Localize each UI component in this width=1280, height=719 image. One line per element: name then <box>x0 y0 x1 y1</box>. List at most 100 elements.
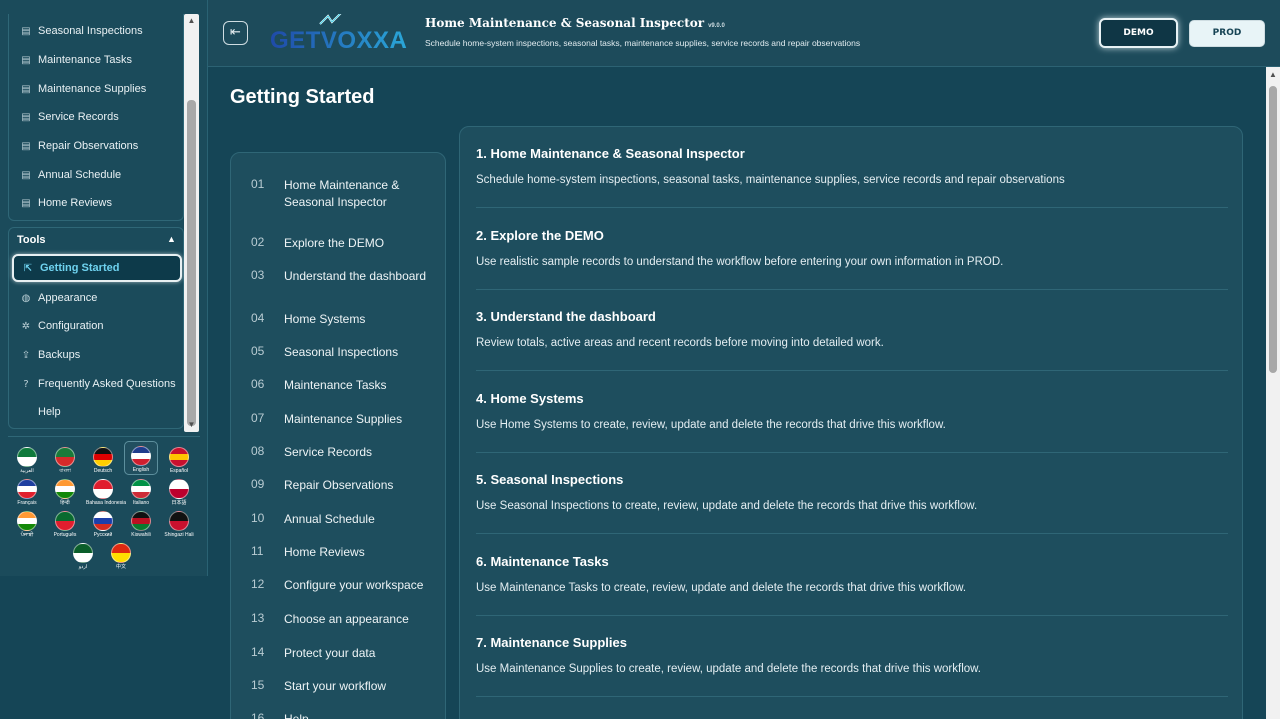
language-label: English <box>132 467 150 473</box>
sidebar-item-annual-schedule[interactable]: ▤ Annual Schedule <box>19 164 121 186</box>
toc-item-label: Explore the DEMO <box>284 236 385 250</box>
flag-icon <box>93 447 113 467</box>
language-option[interactable]: 中文 <box>104 539 138 573</box>
toc-item[interactable]: 12 Configure your workspace <box>251 577 434 594</box>
sidebar-item-configuration[interactable]: ✲ Configuration <box>19 315 104 337</box>
sidebar-scroll-thumb[interactable] <box>187 100 196 426</box>
toc-item-number: 05 <box>251 344 265 358</box>
flag-icon <box>73 543 93 563</box>
language-option[interactable]: 日本語 <box>162 475 196 509</box>
toc-item-label: Home Reviews <box>284 545 365 559</box>
sidebar-item-home-reviews[interactable]: ▤ Home Reviews <box>19 192 112 214</box>
sidebar-item-repair-observations[interactable]: ▤ Repair Observations <box>19 135 138 157</box>
page-title: Getting Started <box>230 86 375 108</box>
language-label: हिन्दी <box>60 500 70 506</box>
language-option[interactable]: Kiswahili <box>124 507 158 541</box>
language-option[interactable]: Shingazi Hali <box>162 507 196 541</box>
language-option[interactable]: বাংলা <box>48 443 82 477</box>
sidebar-item-help[interactable]: Help <box>19 401 61 423</box>
step-description: Review totals, active areas and recent r… <box>476 337 884 349</box>
language-option[interactable]: Deutsch <box>86 443 120 477</box>
language-option[interactable]: اردو <box>66 539 100 573</box>
toc-item[interactable]: 14 Protect your data <box>251 645 434 662</box>
language-label: বাংলা <box>59 468 71 474</box>
toc-item[interactable]: 11 Home Reviews <box>251 544 434 561</box>
sidebar-scrollbar[interactable]: ▲ ▼ <box>184 14 199 432</box>
language-option[interactable]: Português <box>48 507 82 541</box>
language-option[interactable]: Español <box>162 443 196 477</box>
sidebar-item-getting-started[interactable]: ⇱ Getting Started <box>12 254 182 282</box>
step-section: 1. Home Maintenance & Seasonal Inspector… <box>476 127 1228 208</box>
sidebar: ▤ Seasonal Inspections ▤ Maintenance Tasks… <box>0 0 208 576</box>
language-option[interactable]: Italiano <box>124 475 158 509</box>
toc-item[interactable]: 08 Service Records <box>251 444 434 461</box>
flag-icon <box>169 511 189 531</box>
collapse-caret-icon[interactable]: ▲ <box>167 234 176 244</box>
toc-item-number: 03 <box>251 268 265 282</box>
toc-item-label: Protect your data <box>284 646 376 660</box>
toc-item-label: Understand the dashboard <box>284 269 427 283</box>
toc-item[interactable]: 06 Maintenance Tasks <box>251 377 434 394</box>
language-label: العربية <box>20 468 34 474</box>
language-option[interactable]: ਪੰਜਾਬੀ <box>10 507 44 541</box>
toc-item[interactable]: 07 Maintenance Supplies <box>251 411 434 428</box>
sidebar-item-appearance[interactable]: ◍ Appearance <box>19 287 98 309</box>
sidebar-item-maintenance-tasks[interactable]: ▤ Maintenance Tasks <box>19 49 132 71</box>
language-option[interactable]: English <box>124 441 158 475</box>
step-section: 7. Maintenance Supplies Use Maintenance S… <box>476 616 1228 697</box>
rocket-icon: ⇱ <box>23 262 33 274</box>
flag-icon <box>17 511 37 531</box>
step-title: 3. Understand the dashboard <box>476 309 656 324</box>
language-option[interactable]: العربية <box>10 443 44 477</box>
list-icon: ▤ <box>21 197 31 209</box>
list-icon: ▤ <box>21 169 31 181</box>
language-label: Português <box>53 532 77 538</box>
toc-item-number: 09 <box>251 477 265 491</box>
prod-button[interactable]: PROD <box>1189 20 1265 47</box>
toc-item[interactable]: 01 Home Maintenance & Seasonal Inspector <box>251 177 434 211</box>
flag-icon <box>131 511 151 531</box>
language-option[interactable]: हिन्दी <box>48 475 82 509</box>
demo-button[interactable]: DEMO <box>1099 18 1178 48</box>
sidebar-item-service-records[interactable]: ▤ Service Records <box>19 106 118 128</box>
toc-item[interactable]: 04 Home Systems <box>251 311 434 328</box>
step-title: 7. Maintenance Supplies <box>476 635 627 650</box>
toc-item[interactable]: 13 Choose an appearance <box>251 611 434 628</box>
sidebar-item-maintenance-supplies[interactable]: ▤ Maintenance Supplies <box>19 78 146 100</box>
sidebar-item-seasonal-inspections[interactable]: ▤ Seasonal Inspections <box>19 20 142 42</box>
language-label: Shingazi Hali <box>164 532 194 538</box>
toc-item-number: 08 <box>251 444 265 458</box>
menu-collapse-icon: ⇤ <box>230 25 241 40</box>
app-title: Home Maintenance & Seasonal Inspector v9.… <box>425 16 725 30</box>
toc-item-label: Service Records <box>284 445 373 459</box>
toc-item[interactable]: 16 Help <box>251 711 434 719</box>
toc-item[interactable]: 02 Explore the DEMO <box>251 235 434 252</box>
scroll-up-arrow-icon[interactable]: ▲ <box>184 15 199 27</box>
scroll-down-arrow-icon[interactable]: ▼ <box>184 419 199 431</box>
language-label: Deutsch <box>93 468 113 474</box>
sidebar-toggle-button[interactable]: ⇤ <box>223 21 248 45</box>
toc-item[interactable]: 09 Repair Observations <box>251 477 434 494</box>
language-option[interactable]: Français <box>10 475 44 509</box>
toc-item-label: Annual Schedule <box>284 512 375 526</box>
toc-item-label: Home Systems <box>284 312 366 326</box>
scroll-up-arrow-icon[interactable]: ▲ <box>1266 70 1280 79</box>
tools-section: Tools ▲ ⇱ Getting Started ◍ Appearance ✲ Co… <box>8 227 184 429</box>
language-option[interactable]: Bahasa Indonesia <box>86 475 126 509</box>
toc-item-label: Maintenance Tasks <box>284 378 387 392</box>
toc-item-number: 02 <box>251 235 265 249</box>
step-section: 4. Home Systems Use Home Systems to creat… <box>476 372 1228 453</box>
toc-item[interactable]: 15 Start your workflow <box>251 678 434 695</box>
language-option[interactable]: Русский <box>86 507 120 541</box>
toc-item-number: 10 <box>251 511 265 525</box>
sidebar-item-backups[interactable]: ⇪ Backups <box>19 344 80 366</box>
language-picker: العربية বাংলা Deutsch English Español Françai… <box>8 436 200 572</box>
flag-icon <box>169 479 189 499</box>
sidebar-item-faq[interactable]: ? Frequently Asked Questions <box>19 373 175 395</box>
main-scrollbar[interactable]: ▲ <box>1266 67 1280 719</box>
toc-item[interactable]: 10 Annual Schedule <box>251 511 434 528</box>
tools-heading[interactable]: Tools <box>17 234 46 246</box>
main-scroll-thumb[interactable] <box>1269 86 1277 373</box>
toc-item[interactable]: 03 Understand the dashboard <box>251 268 434 285</box>
toc-item[interactable]: 05 Seasonal Inspections <box>251 344 434 361</box>
